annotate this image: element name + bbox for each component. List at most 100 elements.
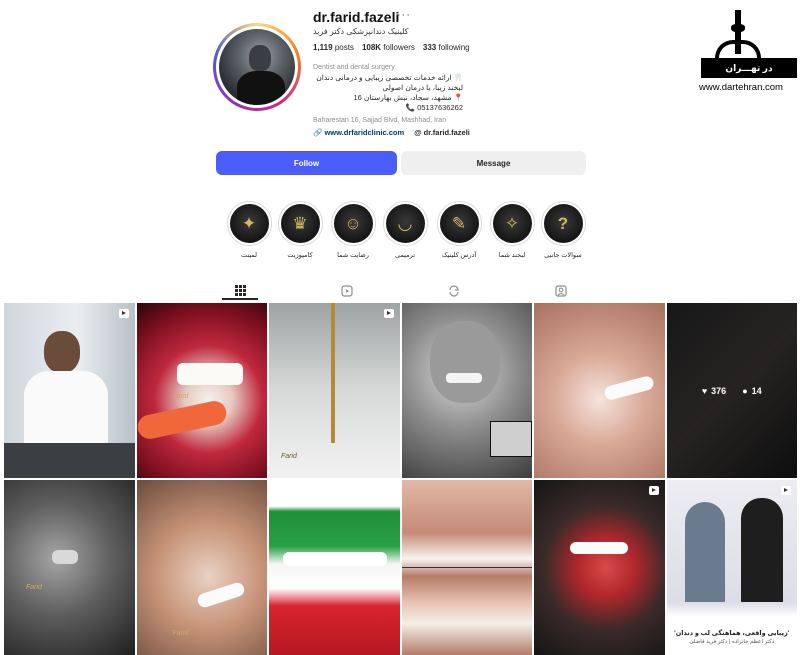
smiling-face xyxy=(429,321,500,403)
smile-teeth xyxy=(570,542,628,554)
follow-button[interactable]: Follow xyxy=(216,151,397,175)
before-after-divider xyxy=(401,567,532,568)
more-dots-icon[interactable]: ··· xyxy=(397,9,411,21)
highlight-item[interactable]: ? سوالات جانبی xyxy=(533,201,593,259)
desk xyxy=(4,443,135,478)
post-thumbnail[interactable]: Farid xyxy=(4,480,135,655)
caption-title: 'زیبایی واقعی، هماهنگی لب و دندان' xyxy=(674,630,790,637)
teeth-icon: ◡ xyxy=(385,204,425,243)
reel-icon xyxy=(781,486,791,495)
tooth-veneer-icon: ✦ xyxy=(229,204,269,243)
highlight-label: رضایت شما xyxy=(337,252,369,259)
threads-link[interactable]: @ dr.farid.fazeli xyxy=(414,128,470,137)
highlight-item[interactable]: ◡ ترمیمی xyxy=(375,201,435,259)
highlight-item[interactable]: ☺ رضایت شما xyxy=(323,201,383,259)
posts-grid: Farid Farid ♥ 376 ● 14 Farid Farid 'زیبا… xyxy=(4,303,797,655)
tools-icon: ✎ xyxy=(439,204,479,243)
farid-signature: Farid xyxy=(172,393,189,400)
post-thumbnail[interactable]: ♥ 376 ● 14 xyxy=(666,303,797,478)
farid-signature: Farid xyxy=(281,453,297,460)
teeth xyxy=(176,363,243,385)
highlight-label: لمینت xyxy=(240,252,258,259)
highlight-label: لبخند شما xyxy=(498,252,526,259)
inset-teeth-image xyxy=(489,421,532,457)
tagged-icon xyxy=(555,285,567,297)
instrument xyxy=(331,303,335,443)
grid-icon xyxy=(234,284,246,296)
doctor-head xyxy=(44,331,80,373)
doctor-figure xyxy=(740,498,783,602)
highlight-item[interactable]: ♛ کامپوزیت xyxy=(270,201,330,259)
smile-icon: ✧ xyxy=(492,204,532,243)
post-thumbnail[interactable]: Farid xyxy=(136,303,267,478)
smile-teeth xyxy=(195,580,246,610)
followers-stat[interactable]: 108K followers xyxy=(362,43,415,52)
tab-posts[interactable] xyxy=(222,282,258,300)
watermark-bar: در تهـــران xyxy=(701,58,797,78)
profile-address: Baharestan 16, Sajjad Blvd, Mashhad, Ira… xyxy=(313,117,447,124)
post-thumbnail[interactable] xyxy=(4,303,135,478)
question-icon: ? xyxy=(543,204,583,243)
caption-sub: دکتر اعظم خانزاده | دکتر فرید فاضلی xyxy=(689,639,775,645)
post-thumbnail[interactable] xyxy=(534,480,665,655)
comment-icon: ● xyxy=(742,385,748,396)
post-thumbnail[interactable] xyxy=(534,303,665,478)
reel-icon xyxy=(648,486,659,495)
following-stat[interactable]: 333 following xyxy=(423,43,470,52)
smile-teeth xyxy=(445,373,482,383)
link-icon: 🔗 xyxy=(313,128,323,137)
farid-signature: Farid xyxy=(172,630,189,637)
smile-teeth xyxy=(52,550,78,564)
highlight-label: ترمیمی xyxy=(394,252,415,259)
highlight-label: کامپوزیت xyxy=(287,252,313,259)
profile-category: Dentist and dental surgery xyxy=(313,64,395,71)
tab-reposts[interactable] xyxy=(436,282,472,300)
profile-username: dr.farid.fazeli xyxy=(313,9,400,25)
comments-stat: ● 14 xyxy=(742,385,762,396)
azadi-arch-icon xyxy=(715,40,761,58)
doctor-figure xyxy=(684,502,725,602)
message-button[interactable]: Message xyxy=(401,151,586,175)
heart-icon: ♥ xyxy=(701,385,708,396)
highlight-label: آدرس کلینیک xyxy=(441,252,477,259)
profile-stats: 1,119 posts 108K followers 333 following xyxy=(313,43,470,52)
reels-icon xyxy=(341,285,353,297)
dartehran-watermark: در تهـــران www.dartehran.com xyxy=(699,10,797,94)
post-thumbnail[interactable] xyxy=(401,303,532,478)
reel-icon xyxy=(118,309,129,318)
website-link[interactable]: 🔗 www.drfaridclinic.com xyxy=(313,128,404,137)
tooth-icon: ♛ xyxy=(280,204,320,243)
smile-check-icon: ☺ xyxy=(333,204,373,243)
tab-reels[interactable] xyxy=(329,282,365,300)
post-caption: 'زیبایی واقعی، هماهنگی لب و دندان' دکتر … xyxy=(666,619,797,655)
threads-icon: @ xyxy=(414,128,422,137)
doctor-shirt xyxy=(24,371,108,453)
posts-stat: 1,119 posts xyxy=(313,43,354,52)
repost-icon xyxy=(449,285,459,297)
post-thumbnail[interactable] xyxy=(269,480,400,655)
bio-line: 📍 مشهد، سجاد، نبش بهارستان 16 xyxy=(353,93,464,102)
post-hover-stats: ♥ 376 ● 14 xyxy=(666,303,797,478)
bio-line: 05137636262 📞 xyxy=(405,103,463,112)
post-thumbnail[interactable]: Farid xyxy=(136,480,267,655)
bio-line: لبخند زیبا، با درمان اصولی xyxy=(382,83,463,92)
profile-bio: 🦷 ارائه خدمات تخصصی زیبایی و درمانی دندا… xyxy=(313,73,463,113)
likes-stat: ♥ 376 xyxy=(701,385,727,396)
profile-tabs xyxy=(0,280,800,302)
highlight-item[interactable]: ✎ آدرس کلینیک xyxy=(429,201,489,259)
reel-icon xyxy=(383,309,394,318)
post-thumbnail[interactable]: 'زیبایی واقعی، هماهنگی لب و دندان' دکتر … xyxy=(666,480,797,655)
candy xyxy=(136,398,229,442)
watermark-url: www.dartehran.com xyxy=(699,82,783,93)
profile-links: 🔗 www.drfaridclinic.com @ dr.farid.fazel… xyxy=(313,128,470,137)
profile-full-name: کلینیک دندانپزشکی دکتر فرید xyxy=(313,27,409,36)
smile-teeth xyxy=(603,374,655,402)
bio-line: 🦷 ارائه خدمات تخصصی زیبایی و درمانی دندا… xyxy=(316,73,463,82)
farid-signature: Farid xyxy=(26,584,42,591)
post-thumbnail[interactable] xyxy=(401,480,532,655)
post-thumbnail[interactable]: Farid xyxy=(269,303,400,478)
avatar-photo xyxy=(219,29,295,105)
teeth xyxy=(283,552,387,566)
tab-tagged[interactable] xyxy=(543,282,579,300)
profile-avatar[interactable] xyxy=(213,23,301,111)
